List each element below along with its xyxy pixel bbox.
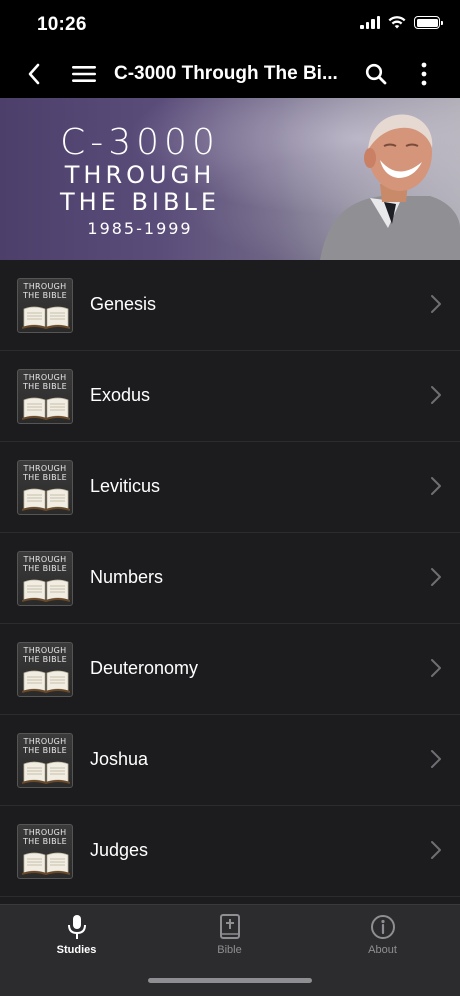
chevron-right-icon [431, 295, 441, 313]
list-item-label: Genesis [90, 294, 157, 314]
series-banner: C-3000 THROUGH THE BIBLE 1985-1999 [0, 98, 460, 260]
chevron-right-icon [431, 841, 441, 859]
open-book-icon [22, 852, 70, 875]
through-the-bible-thumbnail: THROUGH THE BIBLE [17, 551, 73, 606]
back-icon [28, 63, 40, 85]
tab-label: Bible [217, 944, 242, 956]
list-item-judges[interactable]: THROUGH THE BIBLE Judges [0, 806, 460, 897]
chevron-right-icon [431, 750, 441, 768]
chevron-right-icon [431, 659, 441, 677]
through-the-bible-thumbnail: THROUGH THE BIBLE [17, 733, 73, 788]
list-item-label: Judges [90, 840, 149, 860]
banner-title: C-3000 THROUGH THE BIBLE 1985-1999 [40, 124, 240, 240]
nav-bar: C-3000 Through The Bi... [0, 50, 460, 98]
page-title: C-3000 Through The Bi... [114, 63, 338, 84]
wifi-icon [388, 16, 406, 29]
microphone-icon [67, 915, 86, 939]
home-indicator [148, 978, 312, 983]
status-bar: 10:26 [0, 0, 460, 50]
search-icon [365, 63, 387, 85]
list-item-leviticus[interactable]: THROUGH THE BIBLE Leviticus [0, 442, 460, 533]
banner-line-3: THE BIBLE [59, 188, 221, 216]
bible-cross-icon [219, 914, 240, 939]
banner-line-1: C-3000 [60, 122, 220, 163]
battery-icon [414, 16, 443, 29]
info-icon [370, 915, 395, 939]
back-button[interactable] [18, 50, 50, 98]
thumbnail-label: THROUGH THE BIBLE [22, 373, 68, 391]
through-the-bible-thumbnail: THROUGH THE BIBLE [17, 369, 73, 424]
list-item-genesis[interactable]: THROUGH THE BIBLE Genesis [0, 260, 460, 351]
tab-bible[interactable]: Bible [153, 905, 306, 975]
more-vertical-icon [421, 62, 427, 86]
list-item-label: Deuteronomy [90, 658, 199, 678]
tab-studies[interactable]: Studies [0, 905, 153, 975]
list-item-joshua[interactable]: THROUGH THE BIBLE Joshua [0, 715, 460, 806]
thumbnail-label: THROUGH THE BIBLE [22, 282, 68, 300]
speaker-photo [320, 114, 460, 260]
through-the-bible-thumbnail: THROUGH THE BIBLE [17, 278, 73, 333]
through-the-bible-thumbnail: THROUGH THE BIBLE [17, 460, 73, 515]
banner-years: 1985-1999 [87, 219, 193, 238]
list-item-label: Exodus [90, 385, 151, 405]
hamburger-menu-icon [72, 66, 96, 82]
thumbnail-label: THROUGH THE BIBLE [22, 646, 68, 664]
chevron-right-icon [431, 568, 441, 586]
banner-line-2: THROUGH [64, 161, 216, 189]
search-button[interactable] [360, 50, 392, 98]
open-book-icon [22, 397, 70, 420]
open-book-icon [22, 670, 70, 693]
thumbnail-label: THROUGH THE BIBLE [22, 464, 68, 482]
menu-button[interactable] [68, 50, 100, 98]
book-list: THROUGH THE BIBLE Genesis THROUGH THE BIBL… [0, 260, 460, 904]
status-icons [360, 16, 443, 29]
list-item-label: Leviticus [90, 476, 161, 496]
tab-label: Studies [56, 944, 97, 956]
list-item-label: Joshua [90, 749, 149, 769]
status-time: 10:26 [37, 14, 87, 35]
chevron-right-icon [431, 477, 441, 495]
open-book-icon [22, 761, 70, 784]
open-book-icon [22, 579, 70, 602]
open-book-icon [22, 488, 70, 511]
open-book-icon [22, 306, 70, 329]
through-the-bible-thumbnail: THROUGH THE BIBLE [17, 642, 73, 697]
list-item-numbers[interactable]: THROUGH THE BIBLE Numbers [0, 533, 460, 624]
list-item-label: Numbers [90, 567, 164, 587]
thumbnail-label: THROUGH THE BIBLE [22, 828, 68, 846]
cellular-signal-icon [360, 16, 380, 29]
more-options-button[interactable] [410, 50, 438, 98]
through-the-bible-thumbnail: THROUGH THE BIBLE [17, 824, 73, 879]
chevron-right-icon [431, 386, 441, 404]
list-item-deuteronomy[interactable]: THROUGH THE BIBLE Deuteronomy [0, 624, 460, 715]
list-item-exodus[interactable]: THROUGH THE BIBLE Exodus [0, 351, 460, 442]
tab-label: About [368, 944, 397, 956]
thumbnail-label: THROUGH THE BIBLE [22, 737, 68, 755]
thumbnail-label: THROUGH THE BIBLE [22, 555, 68, 573]
tab-about[interactable]: About [306, 905, 459, 975]
